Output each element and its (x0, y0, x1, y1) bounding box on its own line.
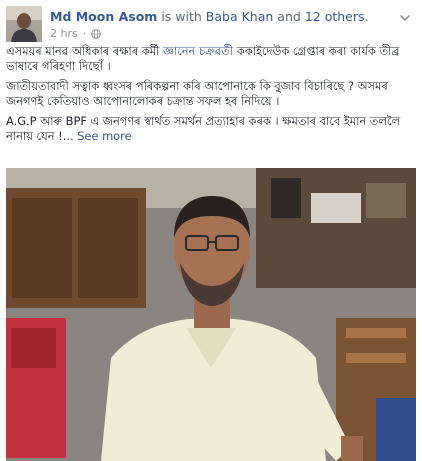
post-header-text: Md Moon Asom is with Baba Khan and 12 ot… (50, 9, 390, 41)
post-meta: 2 hrs · (50, 27, 390, 41)
chevron-down-icon[interactable] (398, 10, 412, 24)
timestamp-link[interactable]: 2 hrs (50, 27, 78, 41)
author-line: Md Moon Asom is with Baba Khan and 12 ot… (50, 9, 390, 25)
post-paragraph-3: A.G.P আৰু BPF এ জনগণৰ স্বাৰ্থত সমৰ্থন প্… (6, 114, 416, 143)
paragraph-3-text: A.G.P আৰু BPF এ জনগণৰ স্বাৰ্থত সমৰ্থন প্… (6, 114, 401, 143)
tagged-person-link[interactable]: Baba Khan (206, 9, 274, 24)
globe-icon[interactable] (91, 29, 102, 39)
tagged-others-link[interactable]: 12 others (305, 9, 365, 24)
is-with-text: is with (161, 9, 202, 24)
post-body: এসময়ৰ মানৱ অধিকাৰ ৰক্ষাৰ কৰ্মী জ্ঞানেন … (6, 44, 416, 149)
paragraph-1-before: এসময়ৰ মানৱ অধিকাৰ ৰক্ষাৰ কৰ্মী (6, 44, 163, 58)
post-photo[interactable] (6, 168, 416, 461)
post-paragraph-1: এসময়ৰ মানৱ অধিকাৰ ৰক্ষাৰ কৰ্মী জ্ঞানেন … (6, 44, 416, 73)
avatar[interactable] (6, 6, 42, 42)
post-header: Md Moon Asom is with Baba Khan and 12 ot… (6, 6, 416, 42)
facebook-post: Md Moon Asom is with Baba Khan and 12 ot… (0, 0, 422, 461)
see-more-link[interactable]: See more (77, 129, 131, 143)
photo-image (6, 168, 416, 461)
and-text: and (277, 9, 301, 24)
avatar-image (6, 6, 42, 42)
period-text: . (364, 9, 369, 24)
author-name-link[interactable]: Md Moon Asom (50, 9, 157, 24)
post-paragraph-2: জাতীয়তাবাদী সত্বাক ধ্বংসৰ পৰিকল্পনা কৰি… (6, 79, 388, 108)
mention-link[interactable]: জ্ঞানেন চক্ৰৱৰ্তী (163, 44, 233, 58)
meta-separator: · (82, 27, 87, 40)
